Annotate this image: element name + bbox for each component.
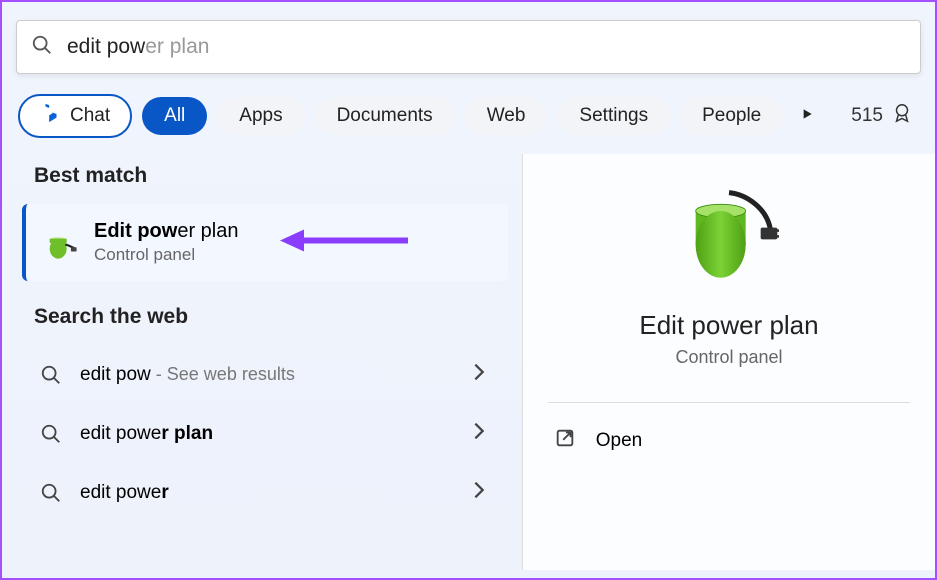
best-match-subtitle: Control panel xyxy=(94,245,238,265)
search-icon xyxy=(40,482,62,504)
web-result-label: edit power xyxy=(80,482,468,504)
power-plan-large-icon xyxy=(679,186,779,286)
rewards-count: 515 xyxy=(851,105,883,127)
search-web-heading: Search the web xyxy=(34,305,522,329)
annotation-arrow xyxy=(278,226,408,259)
documents-filter-button[interactable]: Documents xyxy=(315,97,455,135)
power-plan-icon xyxy=(44,226,78,260)
web-result-item[interactable]: edit power xyxy=(22,463,508,522)
chat-filter-button[interactable]: Chat xyxy=(18,94,132,138)
search-input[interactable]: edit power plan xyxy=(53,35,906,59)
web-result-item[interactable]: edit pow - See web results xyxy=(22,345,508,404)
web-result-item[interactable]: edit power plan xyxy=(22,404,508,463)
filter-row: Chat All Apps Documents Web Settings Peo… xyxy=(2,74,935,154)
people-filter-button[interactable]: People xyxy=(680,97,783,135)
web-result-label: edit power plan xyxy=(80,423,468,445)
chevron-right-icon xyxy=(468,361,490,388)
settings-filter-button[interactable]: Settings xyxy=(557,97,670,135)
results-panel: Best match Edit power plan Control panel… xyxy=(2,154,522,570)
preview-panel: Edit power plan Control panel Open xyxy=(522,154,935,570)
search-typed-text: edit pow xyxy=(67,35,145,58)
best-match-heading: Best match xyxy=(34,164,522,188)
open-label: Open xyxy=(596,430,642,452)
web-result-label: edit pow - See web results xyxy=(80,364,468,386)
content-area: Best match Edit power plan Control panel… xyxy=(2,154,935,570)
search-completion-text: er plan xyxy=(145,35,209,58)
search-icon xyxy=(40,423,62,445)
all-filter-button[interactable]: All xyxy=(142,97,207,135)
best-match-title: Edit power plan xyxy=(94,220,238,243)
apps-filter-button[interactable]: Apps xyxy=(217,97,304,135)
medal-icon xyxy=(891,102,913,130)
bing-icon xyxy=(40,102,62,130)
open-action[interactable]: Open xyxy=(548,403,911,479)
web-results-list: edit pow - See web results edit power pl… xyxy=(22,345,508,522)
search-bar[interactable]: edit power plan xyxy=(16,20,921,74)
rewards-badge[interactable]: 515 xyxy=(851,102,919,130)
web-filter-button[interactable]: Web xyxy=(465,97,548,135)
chevron-right-icon xyxy=(468,420,490,447)
search-icon xyxy=(40,364,62,386)
preview-subtitle: Control panel xyxy=(675,347,782,368)
search-icon xyxy=(31,34,53,61)
best-match-result[interactable]: Edit power plan Control panel xyxy=(22,204,508,281)
preview-title: Edit power plan xyxy=(639,310,818,341)
open-icon xyxy=(554,427,576,455)
more-filters-icon[interactable] xyxy=(799,106,815,127)
chevron-right-icon xyxy=(468,479,490,506)
chat-filter-label: Chat xyxy=(70,105,110,127)
